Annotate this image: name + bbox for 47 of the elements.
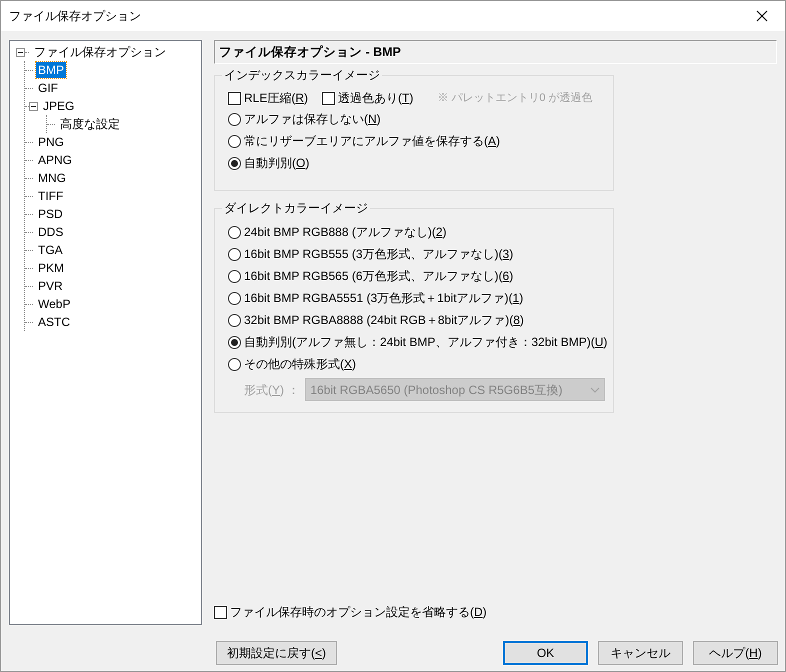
group-title: インデックスカラーイメージ [222,67,382,83]
checkbox-box[interactable] [228,92,241,104]
tree-item[interactable]: PSD [36,206,65,222]
dialog-button[interactable]: ヘルプ(H) [693,641,778,665]
tree-item[interactable]: PVR [36,278,65,294]
group-title: ダイレクトカラーイメージ [222,200,370,216]
tree-item[interactable]: TGA [36,242,65,258]
window-title: ファイル保存オプション [9,8,141,25]
tree-item[interactable]: 高度な設定 [58,116,122,132]
tree-item[interactable]: PNG [36,134,66,150]
radio-button[interactable]: その他の特殊形式(X) [228,353,613,375]
radio-button[interactable]: 16bit BMP RGB555 (3万色形式、アルファなし)(3) [228,243,613,265]
radio-circle[interactable] [228,156,241,170]
tree-item[interactable]: APNG [36,152,74,168]
section-header: ファイル保存オプション - BMP [214,40,777,64]
checkbox-box[interactable] [322,92,336,104]
collapse-icon[interactable] [16,48,25,56]
checkbox[interactable]: ファイル保存時のオプション設定を省略する(D) [214,602,487,622]
tree-item[interactable]: WebP [36,296,72,312]
tree-item[interactable]: PKM [36,260,66,276]
tree-item[interactable]: MNG [36,170,68,186]
radio-button[interactable]: 常にリザーブエリアにアルファ値を保存する(A) [228,130,613,152]
dialog-button[interactable]: OK [503,641,588,665]
checkbox[interactable]: RLE圧縮(R) [228,88,308,108]
radio-button[interactable]: 16bit BMP RGBA5551 (3万色形式＋1bitアルファ)(1) [228,287,613,309]
radio-button[interactable]: 自動判別(O) [228,152,613,174]
checkbox[interactable]: 透過色あり(T) [322,88,414,108]
radio-circle[interactable] [228,336,241,348]
format-label: 形式(Y) ： [244,382,300,398]
radio-button[interactable]: アルファは保存しない(N) [228,108,613,130]
tree-item[interactable]: ASTC [36,314,72,330]
radio-button[interactable]: 16bit BMP RGB565 (6万色形式、アルファなし)(6) [228,265,613,287]
collapse-icon[interactable] [29,102,38,110]
reset-button[interactable]: 初期設定に戻す(<) [216,641,337,665]
chevron-down-icon [590,386,600,392]
radio-button[interactable]: 自動判別(アルファ無し：24bit BMP、アルファ付き：32bit BMP)(U) [228,331,613,353]
tree-item[interactable]: ファイル保存オプション [32,44,168,60]
tree-item[interactable]: DDS [36,224,66,240]
tree-item[interactable]: GIF [36,80,60,96]
checkbox-box[interactable] [214,606,227,618]
dialog-button[interactable]: キャンセル [598,641,683,665]
tree-item[interactable]: BMP [36,62,66,78]
tree-item[interactable]: TIFF [36,188,66,204]
radio-button[interactable]: 24bit BMP RGB888 (アルファなし)(2) [228,221,613,243]
radio-button[interactable]: 32bit BMP RGBA8888 (24bit RGB＋8bitアルファ)(8) [228,309,613,331]
note-text: ※ パレットエントリ0 が透過色 [437,90,593,106]
tree-item[interactable]: JPEG [41,98,76,114]
